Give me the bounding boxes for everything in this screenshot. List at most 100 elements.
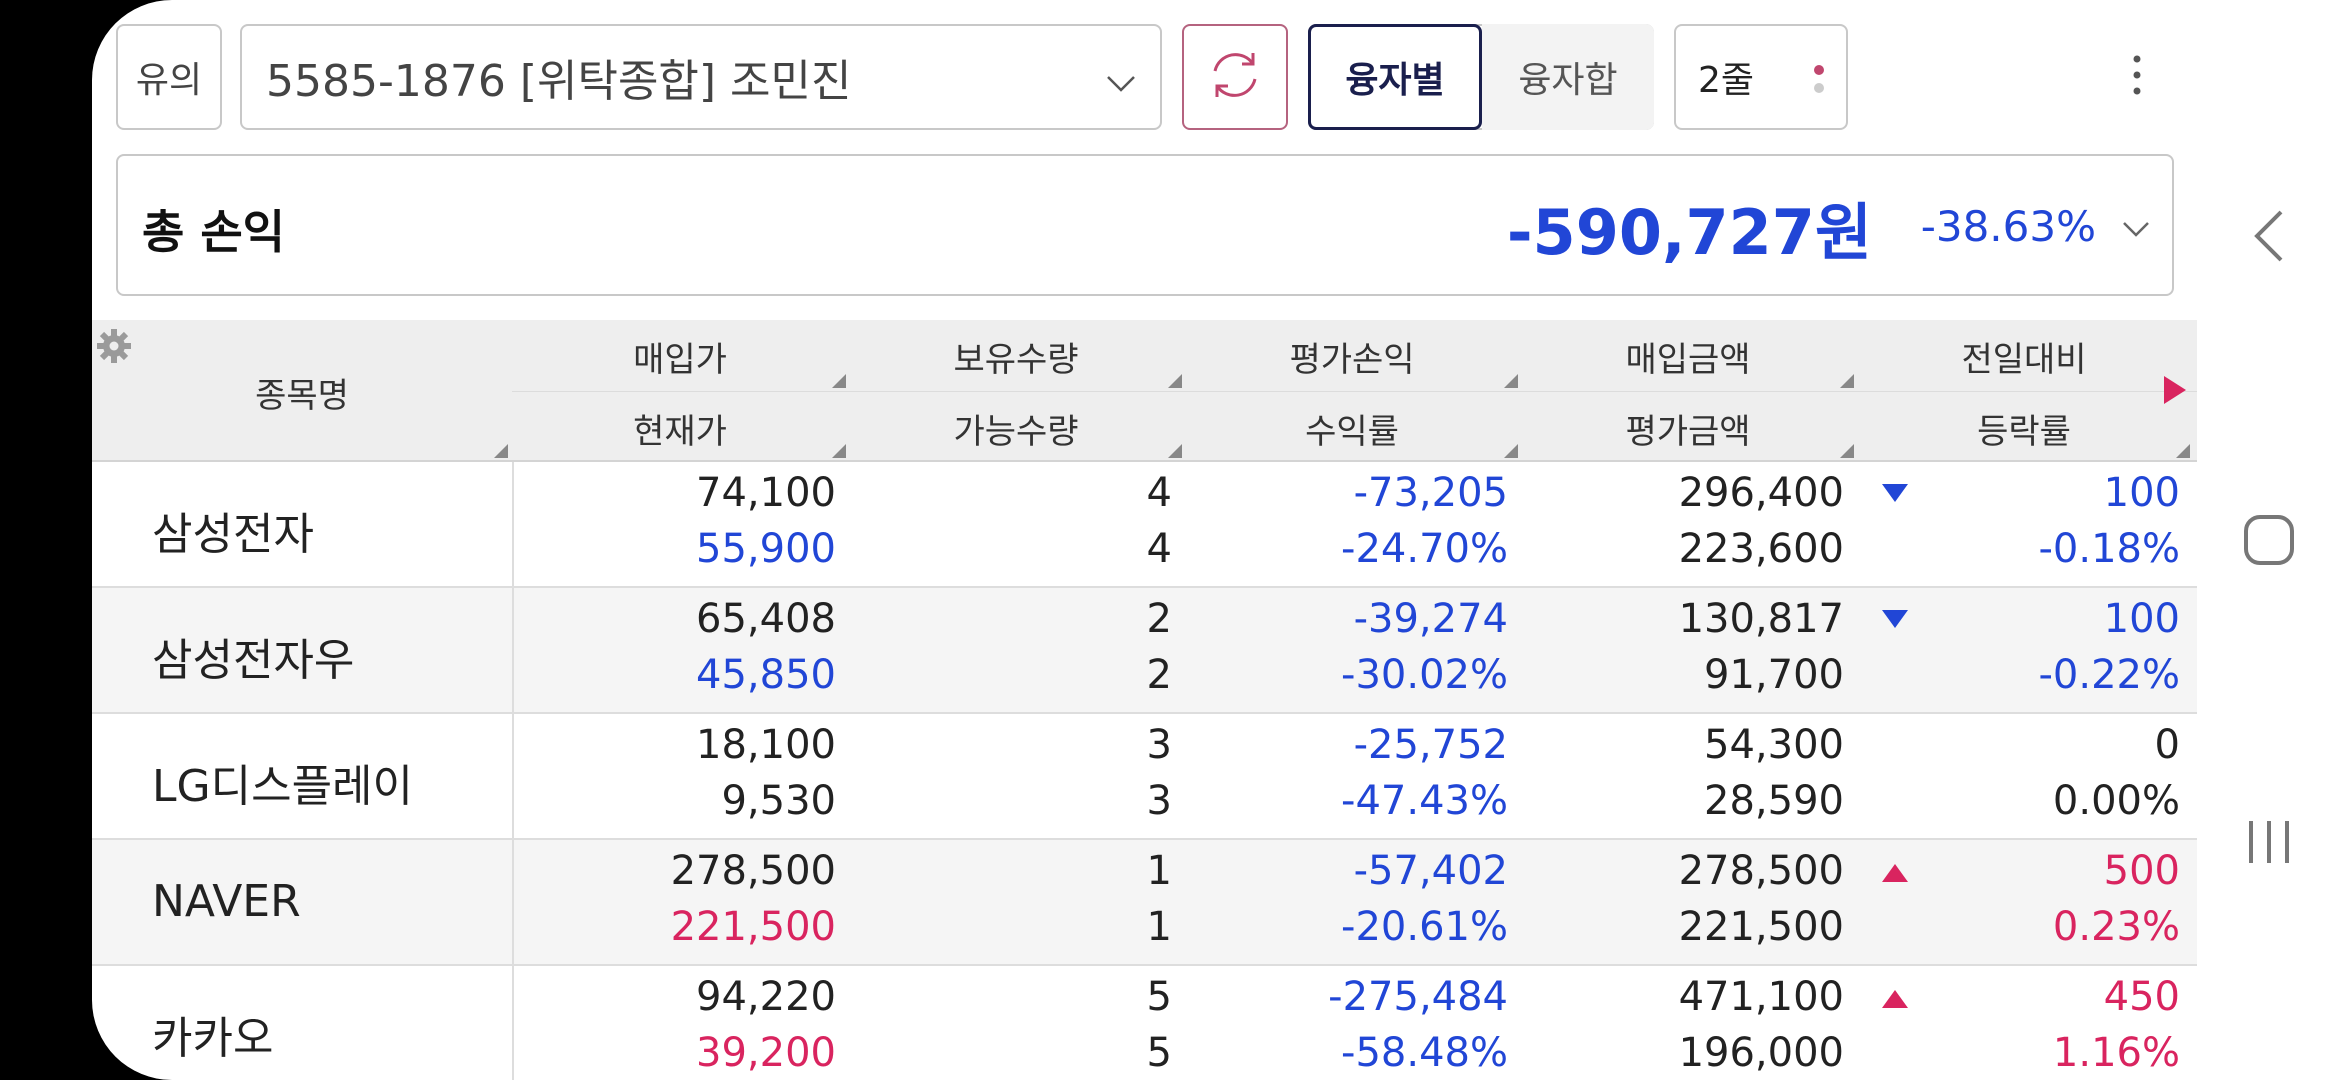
caution-button[interactable]: 유의 (116, 24, 222, 130)
header-divider (512, 391, 2197, 392)
col-header-avail-qty[interactable]: 가능수량 (848, 404, 1184, 453)
cell-eval-pl: -275,484 (1328, 974, 1508, 1020)
dots-icon (1812, 62, 1826, 105)
kebab-icon[interactable] (2122, 40, 2152, 110)
caution-label: 유의 (135, 60, 203, 101)
triangle-up-icon (1882, 988, 1908, 1012)
table-row[interactable]: 카카오 94,220 39,200 5 5 -275,484 -58.48% 471,100 1… (92, 966, 2197, 1080)
total-profit-rate: -38.63% (1920, 202, 2096, 251)
back-icon[interactable] (2197, 186, 2340, 286)
cell-return-rate: -24.70% (1341, 526, 1508, 572)
cell-avail-qty: 5 (1146, 1030, 1172, 1076)
col-header-cur-price[interactable]: 현재가 (512, 404, 848, 453)
cell-hold-qty: 2 (1146, 596, 1172, 642)
col-header-change-rate[interactable]: 등락률 (1856, 404, 2192, 453)
cell-eval-amount: 221,500 (1678, 904, 1844, 950)
col-header-buy-price[interactable]: 매입가 (512, 332, 848, 381)
sort-corner-icon (1168, 374, 1182, 388)
gear-icon[interactable] (94, 326, 134, 370)
cell-eval-pl: -57,402 (1353, 848, 1508, 894)
cell-buy-amount: 130,817 (1678, 596, 1844, 642)
col-header-hold-qty[interactable]: 보유수량 (848, 332, 1184, 381)
sort-corner-icon (1168, 444, 1182, 458)
cell-eval-pl: -25,752 (1353, 722, 1508, 768)
refresh-button[interactable] (1182, 24, 1288, 130)
loan-view-toggle: 융자별 융자합 (1308, 24, 1654, 130)
cell-change-amount: 0 (2154, 722, 2180, 768)
cell-eval-amount: 28,590 (1704, 778, 1844, 824)
cell-eval-amount: 91,700 (1704, 652, 1844, 698)
cell-current-price: 39,200 (696, 1030, 836, 1076)
cell-buy-amount: 54,300 (1704, 722, 1844, 768)
recents-icon[interactable] (2197, 792, 2340, 892)
cell-buy-price: 74,100 (696, 470, 836, 516)
sort-corner-icon (832, 374, 846, 388)
stock-name: NAVER (152, 876, 301, 927)
col-header-name[interactable]: 종목명 (92, 368, 512, 417)
chevron-down-icon (1104, 60, 1138, 111)
account-value: 5585-1876 [위탁종합] 조민진 (266, 56, 852, 107)
cell-return-rate: -58.48% (1341, 1030, 1508, 1076)
app-window: 유의 5585-1876 [위탁종합] 조민진 융자별 융자합 2줄 총 손익 … (92, 0, 2197, 1080)
table-row[interactable]: 삼성전자 74,100 55,900 4 4 -73,205 -24.70% 296,400 2… (92, 462, 2197, 588)
row-mode-label: 2줄 (1698, 60, 1755, 101)
col-header-change[interactable]: 전일대비 (1856, 332, 2192, 381)
holdings-table-header: 종목명 매입가 보유수량 평가손익 매입금액 전일대비 현재가 가능수량 수익률… (92, 320, 2197, 462)
cell-buy-amount: 471,100 (1678, 974, 1844, 1020)
col-header-eval-pl[interactable]: 평가손익 (1184, 332, 1520, 381)
total-profit-panel[interactable]: 총 손익 -590,727원 -38.63% (116, 154, 2174, 296)
cell-return-rate: -20.61% (1341, 904, 1508, 950)
system-nav-bar (2197, 0, 2340, 1080)
cell-eval-pl: -39,274 (1353, 596, 1508, 642)
triangle-down-icon (1882, 610, 1908, 634)
cell-change-rate: -0.18% (2038, 526, 2180, 572)
column-divider (512, 840, 514, 966)
cell-return-rate: -47.43% (1341, 778, 1508, 824)
cell-buy-price: 65,408 (696, 596, 836, 642)
cell-eval-amount: 196,000 (1678, 1030, 1844, 1076)
top-toolbar: 유의 5585-1876 [위탁종합] 조민진 융자별 융자합 2줄 (92, 0, 2197, 150)
cell-current-price: 55,900 (696, 526, 836, 572)
chevron-down-icon[interactable] (2120, 214, 2152, 248)
cell-buy-price: 18,100 (696, 722, 836, 768)
cell-eval-pl: -73,205 (1353, 470, 1508, 516)
sort-corner-icon (832, 444, 846, 458)
cell-buy-amount: 296,400 (1678, 470, 1844, 516)
col-header-eval-amount[interactable]: 평가금액 (1520, 404, 1856, 453)
column-divider (512, 714, 514, 840)
table-row[interactable]: 삼성전자우 65,408 45,850 2 2 -39,274 -30.02% 130,817… (92, 588, 2197, 714)
cell-change-rate: -0.22% (2038, 652, 2180, 698)
col-header-return-rate[interactable]: 수익률 (1184, 404, 1520, 453)
cell-change-rate: 0.23% (2052, 904, 2180, 950)
triangle-up-icon (1882, 862, 1908, 886)
segment-loan-sum[interactable]: 융자합 (1482, 24, 1654, 130)
cell-avail-qty: 4 (1146, 526, 1172, 572)
column-divider (512, 966, 514, 1080)
segment-by-loan[interactable]: 융자별 (1308, 24, 1482, 130)
column-divider (512, 462, 514, 588)
cell-avail-qty: 2 (1146, 652, 1172, 698)
sort-corner-icon (1840, 374, 1854, 388)
account-select[interactable]: 5585-1876 [위탁종합] 조민진 (240, 24, 1162, 130)
refresh-icon (1205, 45, 1265, 109)
sort-corner-icon (1504, 374, 1518, 388)
cell-change-rate: 1.16% (2052, 1030, 2180, 1076)
cell-buy-amount: 278,500 (1678, 848, 1844, 894)
row-mode-button[interactable]: 2줄 (1674, 24, 1848, 130)
cell-eval-amount: 223,600 (1678, 526, 1844, 572)
table-row[interactable]: NAVER 278,500 221,500 1 1 -57,402 -20.61% 278,5… (92, 840, 2197, 966)
cell-change-amount: 500 (2103, 848, 2180, 894)
cell-buy-price: 278,500 (670, 848, 836, 894)
col-header-buy-amount[interactable]: 매입금액 (1520, 332, 1856, 381)
cell-current-price: 45,850 (696, 652, 836, 698)
stock-name: LG디스플레이 (152, 761, 414, 812)
cell-change-amount: 100 (2103, 596, 2180, 642)
cell-current-price: 221,500 (670, 904, 836, 950)
stock-name: 삼성전자 (152, 509, 314, 560)
table-row[interactable]: LG디스플레이 18,100 9,530 3 3 -25,752 -47.43% 54,300… (92, 714, 2197, 840)
cell-hold-qty: 1 (1146, 848, 1172, 894)
sort-corner-icon (1504, 444, 1518, 458)
home-icon[interactable] (2197, 490, 2340, 590)
cell-change-amount: 100 (2103, 470, 2180, 516)
triangle-right-icon[interactable] (2164, 376, 2186, 408)
